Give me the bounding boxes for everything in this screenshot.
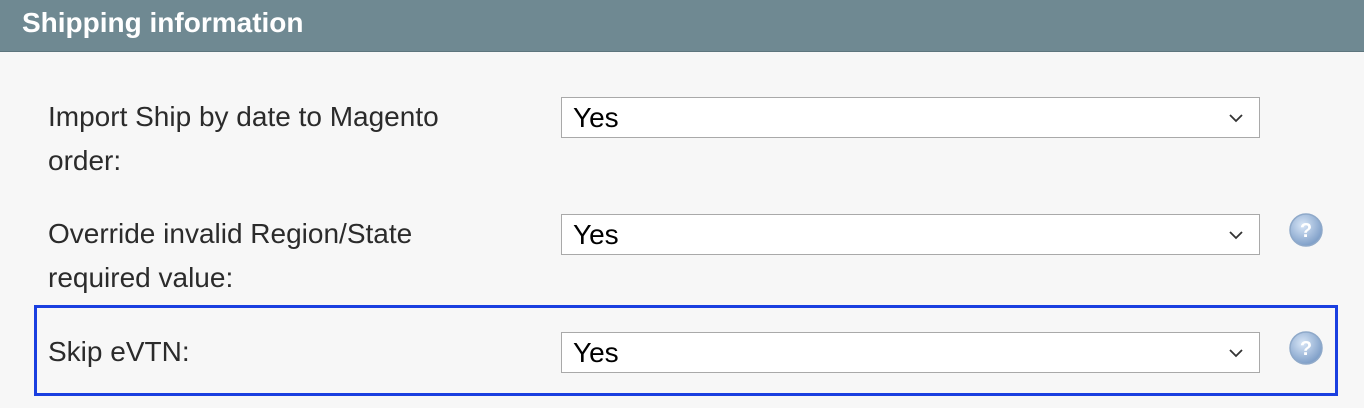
chevron-down-icon bbox=[1229, 349, 1243, 358]
import-ship-by-date-select[interactable]: Yes bbox=[561, 97, 1260, 138]
field-label-line1: Import Ship by date to Magento bbox=[48, 101, 439, 132]
select-value: Yes bbox=[573, 102, 619, 133]
help-icon[interactable]: ? bbox=[1288, 330, 1324, 366]
skip-evtn-select[interactable]: Yes bbox=[561, 332, 1260, 373]
field-label-import-ship-by-date: Import Ship by date to Magento order: bbox=[48, 95, 518, 183]
field-label-override-region-state: Override invalid Region/State required v… bbox=[48, 212, 518, 300]
field-label-skip-evtn: Skip eVTN: bbox=[48, 336, 190, 367]
section-header[interactable]: Shipping information bbox=[0, 0, 1364, 52]
svg-text:?: ? bbox=[1300, 220, 1312, 242]
override-region-state-select[interactable]: Yes bbox=[561, 214, 1260, 255]
select-value: Yes bbox=[573, 219, 619, 250]
select-value: Yes bbox=[573, 337, 619, 368]
field-label-line2: order: bbox=[48, 145, 122, 176]
help-icon[interactable]: ? bbox=[1288, 212, 1324, 248]
svg-text:?: ? bbox=[1300, 338, 1312, 360]
chevron-down-icon bbox=[1229, 114, 1243, 123]
chevron-down-icon bbox=[1229, 231, 1243, 240]
field-label-line2: required value: bbox=[48, 262, 234, 293]
section-title: Shipping information bbox=[22, 7, 304, 38]
field-label-line1: Override invalid Region/State bbox=[48, 218, 413, 249]
